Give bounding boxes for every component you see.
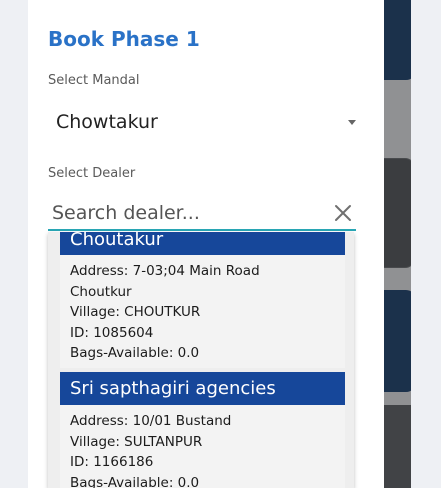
dealer-village: Village: SULTANPUR: [70, 433, 203, 450]
dialog-title: Book Phase 1: [48, 27, 200, 51]
dealer-label: Select Dealer: [48, 166, 136, 181]
dealer-details: Address: 7-03;04 Main Road Choutkur Vill…: [60, 255, 345, 368]
caret-down-icon: [348, 119, 356, 125]
mandal-selected-value: Chowtakur: [56, 111, 158, 133]
mandal-dropdown[interactable]: Chowtakur: [48, 105, 366, 139]
dealer-address: Address: 10/01 Bustand: [70, 413, 232, 429]
book-phase-dialog: Book Phase 1 Select Mandal Chowtakur Sel…: [28, 0, 384, 488]
right-edge: [411, 0, 441, 488]
dealer-search-input[interactable]: [48, 198, 330, 228]
mandal-label: Select Mandal: [48, 73, 140, 88]
list-item[interactable]: Sri sapthagiri agencies Address: 10/01 B…: [60, 372, 345, 488]
dealer-dropdown-list[interactable]: Choutakur Address: 7-03;04 Main Road Cho…: [48, 232, 354, 488]
list-item[interactable]: Choutakur Address: 7-03;04 Main Road Cho…: [60, 232, 345, 368]
dealer-id: ID: 1085604: [70, 324, 154, 341]
dealer-name: Sri sapthagiri agencies: [60, 372, 345, 405]
dealer-bags: Bags-Available: 0.0: [70, 474, 200, 488]
dealer-bags: Bags-Available: 0.0: [70, 345, 200, 361]
dealer-name: Choutakur: [60, 232, 345, 255]
dealer-details: Address: 10/01 Bustand Village: SULTANPU…: [60, 405, 345, 488]
dealer-address-line2: Choutkur: [70, 283, 132, 300]
close-icon[interactable]: [330, 200, 356, 226]
dealer-search-field: [48, 197, 356, 231]
dealer-id: ID: 1166186: [70, 454, 154, 470]
dealer-village: Village: CHOUTKUR: [70, 304, 201, 320]
dealer-address: Address: 7-03;04 Main Road: [70, 263, 260, 279]
